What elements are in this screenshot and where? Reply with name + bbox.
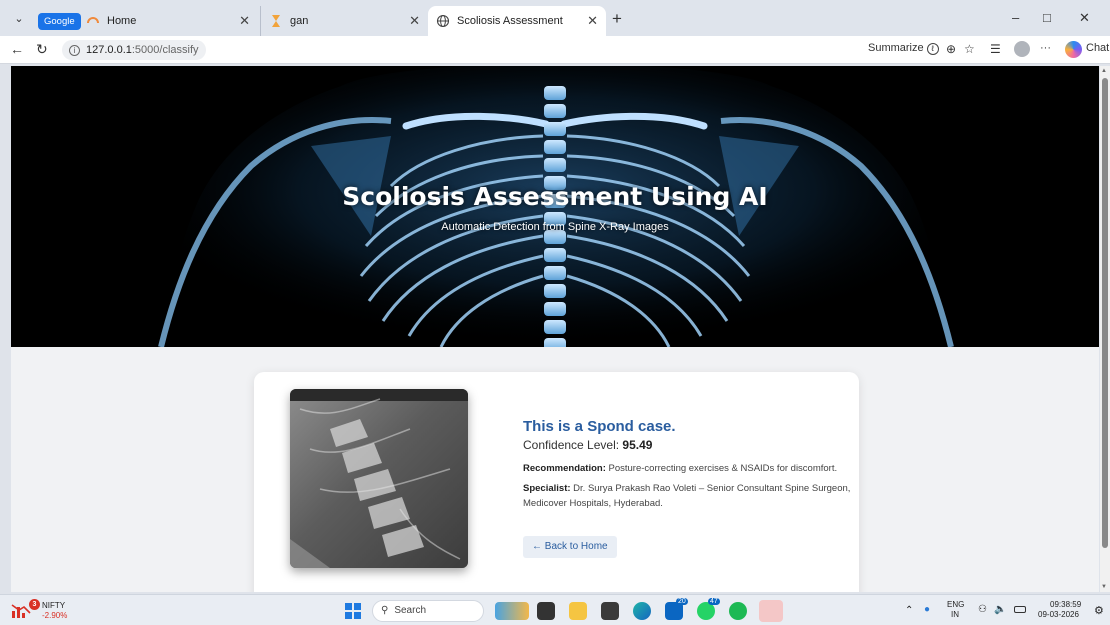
more-options-icon[interactable]: ··· [1040, 42, 1051, 54]
volume-icon[interactable]: 🔈 [994, 604, 1006, 615]
zoom-icon[interactable]: ⊕ [946, 42, 956, 56]
active-app-icon[interactable] [759, 600, 783, 622]
wifi-icon[interactable]: ⚇ [978, 604, 987, 615]
edge-browser-icon[interactable] [633, 602, 651, 620]
copilot-tray-icon[interactable]: ● [924, 604, 930, 615]
summarize-button[interactable]: Summarize ℓ [868, 42, 939, 55]
nifty-label: NIFTY [42, 601, 66, 610]
tab-scoliosis-assessment[interactable]: Scoliosis Assessment ✕ [428, 6, 606, 36]
result-panel: This is a Spond case. Confidence Level: … [523, 418, 853, 511]
task-view-icon[interactable] [537, 602, 555, 620]
refresh-icon[interactable]: ↻ [36, 41, 48, 58]
recommendation-line: Recommendation: Posture-correcting exerc… [523, 461, 853, 476]
favorite-star-icon[interactable]: ☆ [964, 42, 975, 56]
uploaded-xray-image [290, 389, 468, 568]
tab-title: Scoliosis Assessment [457, 15, 563, 27]
url-host: 127.0.0.1 [86, 44, 132, 56]
file-explorer-icon[interactable] [569, 602, 587, 620]
taskbar: 3 NIFTY -2.90% ⚲ Search 20 47 ⌃ ● ENG IN … [0, 594, 1110, 625]
result-heading: This is a Spond case. [523, 418, 676, 435]
confidence-label: Confidence Level: [523, 438, 620, 452]
recommendation-label: Recommendation: [523, 463, 606, 474]
tab-group-label: Google [38, 12, 81, 30]
hourglass-icon [272, 15, 280, 27]
tray-chevron-up-icon[interactable]: ⌃ [905, 605, 913, 616]
new-tab-plus-icon[interactable]: + [612, 9, 622, 29]
scroll-up-arrow-icon[interactable]: ▲ [1101, 68, 1107, 74]
ring-loading-icon [87, 17, 99, 24]
confidence-line: Confidence Level: 95.49 [523, 438, 853, 452]
page-scrollbar[interactable]: ▲ ▼ [1100, 66, 1110, 592]
tab-title: gan [290, 15, 309, 27]
windows-start-icon[interactable] [345, 603, 361, 619]
tab-title: Home [107, 15, 137, 27]
copilot-icon[interactable] [1065, 41, 1082, 58]
recommendation-text: Posture-correcting exercises & NSAIDs fo… [608, 463, 838, 474]
stock-chart-icon[interactable] [11, 601, 31, 619]
confidence-value: 95.49 [622, 438, 653, 452]
language-bottom[interactable]: IN [951, 610, 959, 619]
specialist-line: Specialist: Dr. Surya Prakash Rao Voleti… [523, 481, 853, 511]
address-bar: ← ↻ i 127.0.0.1:5000/classify Summarize … [0, 36, 1110, 64]
battery-icon[interactable] [1014, 606, 1026, 613]
clock-time[interactable]: 09:38:59 [1050, 600, 1081, 609]
search-icon: ⚲ [381, 605, 389, 616]
nifty-change: -2.90% [42, 611, 68, 620]
language-top[interactable]: ENG [947, 600, 964, 609]
scroll-down-arrow-icon[interactable]: ▼ [1101, 584, 1107, 590]
linkedin-badge: 20 [676, 598, 688, 605]
hero-subtitle: Automatic Detection from Spine X-Ray Ima… [441, 221, 669, 233]
profile-avatar[interactable] [1014, 41, 1030, 57]
back-to-home-button[interactable]: ← Back to Home [523, 536, 617, 558]
notification-bell-icon[interactable]: ⚙ [1094, 604, 1104, 617]
specialist-text: Dr. Surya Prakash Rao Voleti – Senior Co… [523, 483, 851, 509]
clock-date[interactable]: 09-03-2026 [1038, 610, 1079, 619]
tab-home[interactable]: Home ✕ [78, 6, 258, 36]
nifty-notification-badge: 3 [29, 599, 40, 610]
tab-group-google[interactable]: Google [38, 6, 81, 36]
minimize-icon[interactable]: – [1012, 10, 1019, 25]
summarize-label: Summarize [868, 42, 924, 54]
summarize-icon: ℓ [926, 43, 939, 55]
chat-label[interactable]: Chat [1086, 42, 1109, 54]
close-icon[interactable]: ✕ [239, 13, 250, 29]
specialist-label: Specialist: [523, 483, 571, 494]
whatsapp-badge: 47 [708, 598, 720, 605]
favorites-list-icon[interactable]: ☰ [990, 42, 1001, 56]
terminal-icon[interactable] [601, 602, 619, 620]
site-info-icon[interactable]: i [69, 44, 80, 56]
tab-list-chevron-icon[interactable]: ⌄ [8, 9, 30, 29]
close-icon[interactable]: ✕ [409, 13, 420, 29]
search-label: Search [394, 605, 427, 616]
widget-app-icon[interactable] [495, 602, 529, 620]
spotify-icon[interactable] [729, 602, 747, 620]
scroll-thumb[interactable] [1102, 78, 1108, 548]
back-arrow-icon[interactable]: ← [10, 41, 24, 57]
close-icon[interactable]: ✕ [587, 13, 598, 29]
restore-icon[interactable]: □ [1043, 10, 1051, 25]
close-window-icon[interactable]: ✕ [1079, 10, 1090, 26]
tab-gan[interactable]: gan ✕ [260, 6, 428, 36]
url-path: :5000/classify [131, 44, 199, 56]
hero-banner: Scoliosis Assessment Using AI Automatic … [11, 66, 1099, 347]
globe-icon [436, 14, 450, 28]
result-card: This is a Spond case. Confidence Level: … [254, 372, 859, 592]
page-viewport: Scoliosis Assessment Using AI Automatic … [11, 66, 1099, 592]
taskbar-search[interactable]: ⚲ Search [372, 600, 484, 622]
url-field[interactable]: i 127.0.0.1:5000/classify [62, 40, 206, 60]
tab-strip: ⌄ Google Home ✕ gan ✕ Scoliosis Assessme… [0, 0, 1110, 36]
hero-title: Scoliosis Assessment Using AI [342, 182, 768, 211]
